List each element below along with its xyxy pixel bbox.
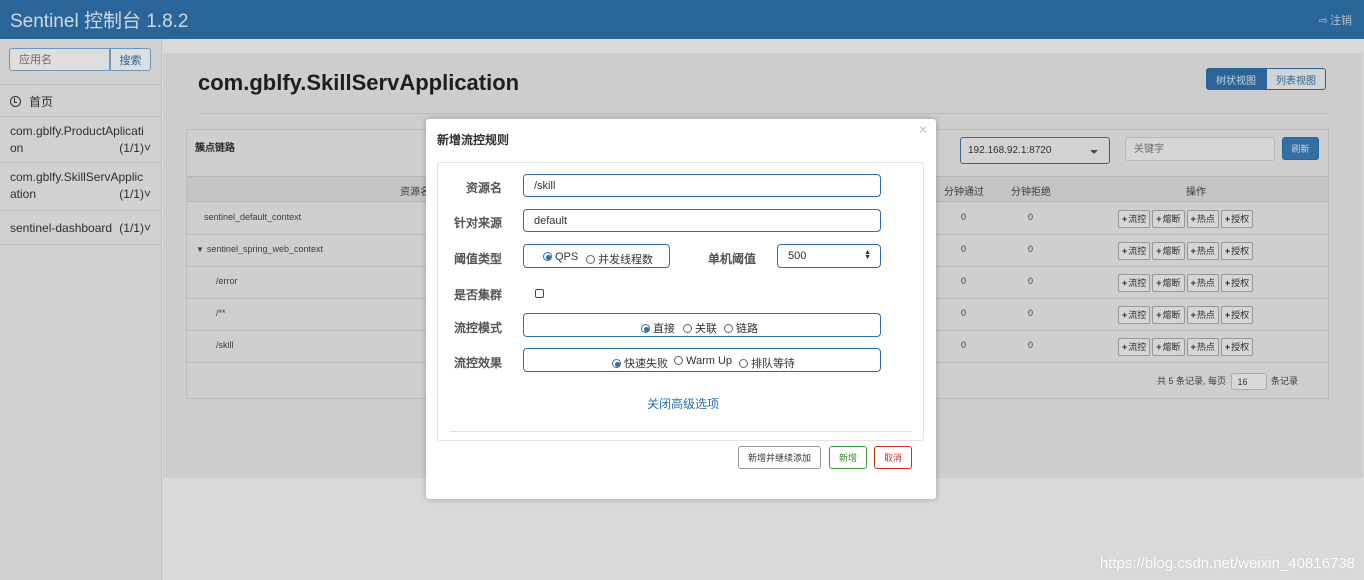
cluster-checkbox[interactable] [535,289,544,298]
radio-icon [724,324,733,333]
radio-queue[interactable]: 排队等待 [739,355,795,371]
resource-label: 资源名 [466,181,503,195]
add-and-continue-button[interactable]: 新增并继续添加 [738,446,821,469]
cluster-label: 是否集群 [454,288,503,302]
threshold-count-input[interactable]: 500 ▲ ▼ [777,244,881,268]
radio-selected-icon [543,252,552,261]
control-effect-label: 流控效果 [454,356,503,370]
control-effect-group: 快速失败 Warm Up 排队等待 [523,348,881,372]
radio-chain[interactable]: 链路 [724,320,758,336]
cancel-button[interactable]: 取消 [874,446,912,469]
dialog-footer-divider [450,431,912,432]
watermark: https://blog.csdn.net/weixin_40816738 [1099,555,1355,572]
threshold-count-value: 500 [788,250,807,262]
control-mode-label: 流控模式 [454,321,503,335]
origin-label: 针对来源 [454,216,503,230]
single-threshold-label: 单机阈值 [708,252,757,266]
dialog-title: 新增流控规则 [437,133,510,147]
radio-direct[interactable]: 直接 [641,320,675,336]
dialog-form: 资源名 针对来源 阈值类型 QPS 并发线程数 单机阈值 500 ▲▼ 是否集群… [437,162,924,441]
toggle-advanced-link[interactable]: 关闭高级选项 [647,395,719,412]
radio-selected-icon [612,359,621,368]
threshold-type-group: QPS 并发线程数 [523,244,670,268]
radio-relate[interactable]: 关联 [683,320,717,336]
radio-selected-icon [641,324,650,333]
radio-icon [586,255,595,264]
control-mode-group: 直接 关联 链路 [523,313,881,337]
radio-icon [674,356,683,365]
radio-qps[interactable]: QPS [543,251,578,263]
radio-fast-fail[interactable]: 快速失败 [612,355,668,371]
add-flow-rule-dialog: 新增流控规则 × 资源名 针对来源 阈值类型 QPS 并发线程数 单机阈值 50… [426,119,936,499]
spinner-icon[interactable]: ▲ ▼ [864,249,871,261]
radio-thread[interactable]: 并发线程数 [586,251,653,267]
radio-icon [683,324,692,333]
limit-app-input[interactable] [523,209,881,232]
radio-warm-up[interactable]: Warm Up [674,355,732,367]
resource-name-input[interactable] [523,174,881,197]
threshold-type-label: 阈值类型 [454,252,503,266]
close-icon[interactable]: × [919,121,927,137]
add-button[interactable]: 新增 [829,446,867,469]
radio-icon [739,359,748,368]
